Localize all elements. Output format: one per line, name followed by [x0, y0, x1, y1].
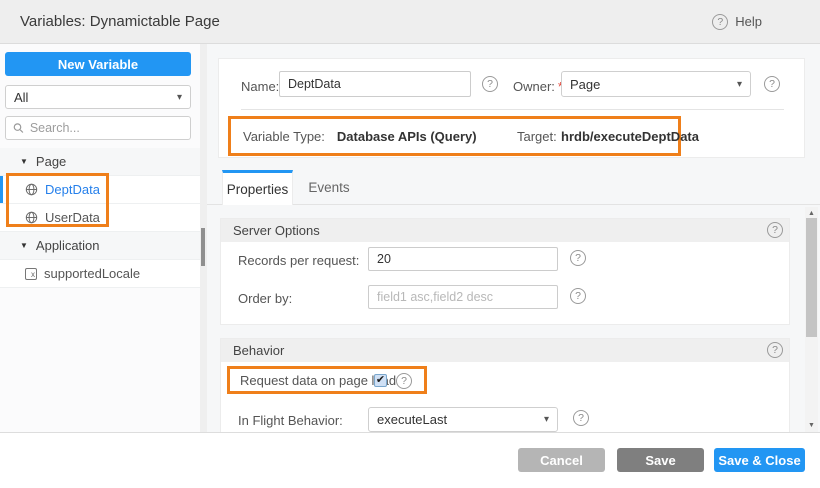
variables-sidebar: New Variable All ▾ ▼ Page — [0, 44, 200, 432]
chevron-down-icon: ▾ — [737, 79, 742, 90]
variables-tree: ▼ Page DeptData — [0, 148, 200, 288]
globe-icon — [25, 183, 38, 196]
chevron-down-icon: ▾ — [544, 414, 549, 425]
request-data-checkbox[interactable] — [374, 374, 387, 387]
scroll-down-icon[interactable]: ▼ — [805, 422, 818, 429]
help-icon[interactable] — [764, 76, 780, 92]
chevron-down-icon: ▾ — [177, 92, 182, 103]
sidebar-scrollbar[interactable] — [200, 44, 207, 432]
order-by-input[interactable] — [368, 285, 558, 309]
target-label: Target: — [517, 129, 557, 144]
variable-type-label: Variable Type: — [243, 129, 325, 144]
dialog-header: Variables: Dynamictable Page Help — [0, 0, 820, 44]
behavior-section: Behavior Request data on page load In Fl… — [220, 338, 790, 432]
dialog-footer: Cancel Save Save & Close — [0, 433, 820, 488]
tree-item-label: supportedLocale — [44, 266, 140, 281]
variable-type-value: Database APIs (Query) — [337, 129, 477, 144]
help-icon — [712, 14, 728, 30]
help-icon[interactable] — [767, 342, 783, 358]
tree-group-label: Page — [36, 154, 66, 169]
variable-summary-card: Name:* Owner:* Page ▾ Variable Type: Dat… — [218, 58, 805, 158]
scroll-up-icon[interactable]: ▲ — [805, 210, 818, 217]
save-button[interactable]: Save — [617, 448, 704, 472]
section-title: Behavior — [233, 343, 284, 358]
owner-label: Owner:* — [513, 79, 563, 94]
tree-group-page[interactable]: ▼ Page — [0, 148, 200, 176]
properties-scrollbar[interactable]: ▲ ▼ — [805, 207, 818, 432]
sidebar-scrollbar-thumb[interactable] — [201, 228, 205, 266]
behavior-header: Behavior — [221, 339, 789, 362]
search-icon — [13, 122, 24, 134]
inflight-behavior-value: executeLast — [377, 412, 447, 427]
search-box[interactable] — [5, 116, 191, 140]
help-icon[interactable] — [482, 76, 498, 92]
collapse-triangle-icon: ▼ — [20, 157, 28, 166]
collapse-triangle-icon: ▼ — [20, 241, 28, 250]
help-icon[interactable] — [570, 288, 586, 304]
help-label: Help — [735, 14, 762, 29]
workspace: New Variable All ▾ ▼ Page — [0, 44, 820, 433]
records-per-request-input[interactable] — [368, 247, 558, 271]
tree-item-label: UserData — [45, 210, 100, 225]
owner-select[interactable]: Page ▾ — [561, 71, 751, 97]
help-button[interactable]: Help — [712, 14, 762, 30]
owner-value: Page — [570, 77, 600, 92]
help-icon[interactable] — [767, 222, 783, 238]
tree-item-userdata[interactable]: UserData — [0, 204, 200, 232]
tab-events[interactable]: Events — [294, 170, 364, 205]
tree-item-deptdata[interactable]: DeptData — [0, 176, 200, 204]
request-data-highlight-box: Request data on page load — [227, 366, 427, 394]
request-data-label: Request data on page load — [240, 373, 396, 388]
new-variable-button[interactable]: New Variable — [5, 52, 191, 76]
help-icon[interactable] — [396, 373, 412, 389]
server-options-header: Server Options — [221, 219, 789, 242]
server-options-section: Server Options Records per request: Orde… — [220, 218, 790, 325]
variable-type-highlight-box: Variable Type: Database APIs (Query) Tar… — [228, 116, 681, 156]
tree-item-supportedlocale[interactable]: supportedLocale — [0, 260, 200, 288]
globe-icon — [25, 211, 38, 224]
variables-dialog: Variables: Dynamictable Page Help New Va… — [0, 0, 820, 488]
section-title: Server Options — [233, 223, 320, 238]
tree-item-label: DeptData — [45, 182, 100, 197]
name-input[interactable] — [279, 71, 471, 97]
cancel-button[interactable]: Cancel — [518, 448, 605, 472]
divider — [241, 109, 784, 110]
save-and-close-button[interactable]: Save & Close — [714, 448, 805, 472]
inflight-behavior-select[interactable]: executeLast ▾ — [368, 407, 558, 432]
page-title: Variables: Dynamictable Page — [20, 13, 220, 30]
tree-group-application[interactable]: ▼ Application — [0, 232, 200, 260]
help-icon[interactable] — [570, 250, 586, 266]
target-value: hrdb/executeDeptData — [561, 129, 699, 144]
search-input[interactable] — [30, 121, 183, 135]
order-by-label: Order by: — [238, 291, 292, 306]
variable-filter-value: All — [14, 90, 28, 105]
inflight-behavior-label: In Flight Behavior: — [238, 413, 343, 428]
properties-scrollbar-thumb[interactable] — [806, 218, 817, 337]
variable-filter-select[interactable]: All ▾ — [5, 85, 191, 109]
help-icon[interactable] — [573, 410, 589, 426]
tab-properties[interactable]: Properties — [222, 170, 293, 205]
tree-group-label: Application — [36, 238, 100, 253]
records-per-request-label: Records per request: — [238, 253, 359, 268]
variable-icon — [25, 268, 37, 280]
variable-detail-panel: Name:* Owner:* Page ▾ Variable Type: Dat… — [207, 44, 820, 432]
